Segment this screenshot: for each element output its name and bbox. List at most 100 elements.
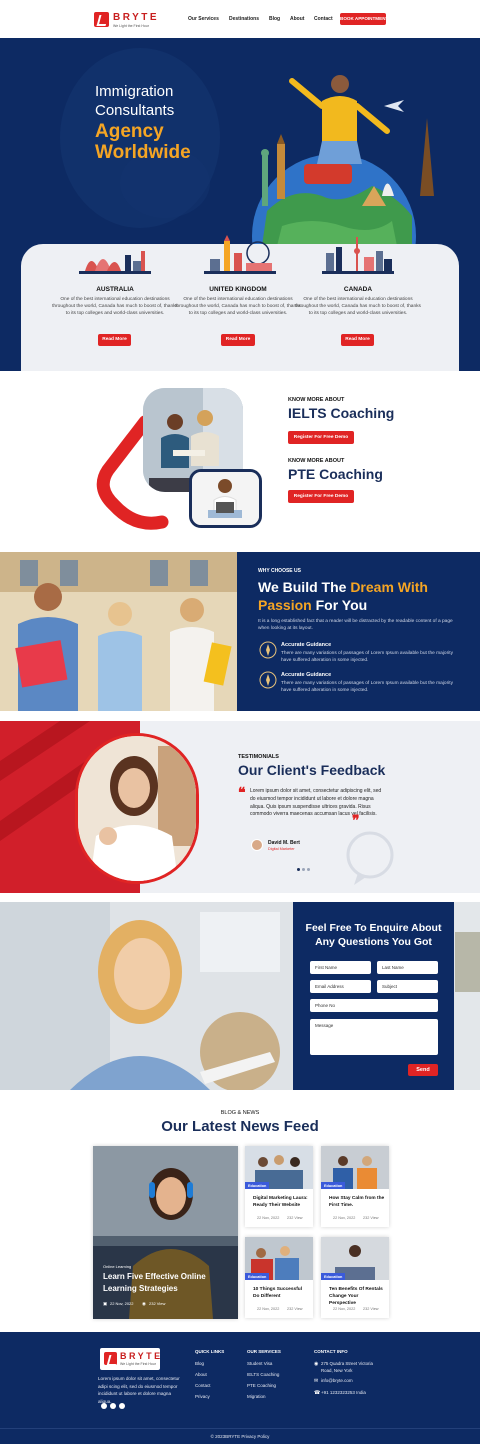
coaching-kicker: KNOW MORE ABOUT: [288, 397, 345, 403]
nav-destinations[interactable]: Destinations: [229, 16, 259, 22]
blog-post-card[interactable]: Education How Stay Calm from the First T…: [321, 1146, 389, 1227]
post-title[interactable]: Digital Marketing Laura: Ready Their Web…: [253, 1195, 309, 1209]
author-role: Digital Marketer: [268, 847, 295, 851]
location-icon: ◉: [314, 1361, 319, 1367]
why-title-highlight: Dream With: [350, 579, 428, 595]
pte-student-photo: [189, 469, 262, 528]
nav-our-services[interactable]: Our Services: [188, 16, 219, 22]
calendar-icon: ▣: [103, 1301, 108, 1306]
footer-service-migration[interactable]: Migration: [247, 1394, 266, 1399]
nav-blog[interactable]: Blog: [269, 16, 280, 22]
brand-logo-icon: [104, 1352, 117, 1365]
footer-link-contact[interactable]: Contact: [195, 1383, 211, 1388]
why-content-panel: WHY CHOOSE US We Build The Dream With Pa…: [237, 552, 480, 711]
read-more-button[interactable]: Read More: [341, 334, 374, 346]
footer-phone[interactable]: +91 1232323253 India: [321, 1390, 366, 1395]
footer-divider: [0, 1428, 480, 1429]
destination-desc: One of the best international education …: [295, 297, 421, 317]
subject-input[interactable]: Subject: [377, 980, 438, 993]
hero-line-2: Consultants: [95, 102, 175, 119]
blog-post-card[interactable]: Education Ten Benefits Of Rentals Change…: [321, 1237, 389, 1318]
post-title[interactable]: Ten Benefits Of Rentals Change Your Pers…: [329, 1286, 385, 1307]
blog-post-card[interactable]: Education 10 Things Successful Do Differ…: [245, 1237, 313, 1318]
blog-title: Our Latest News Feed: [161, 1118, 319, 1135]
why-title-highlight: Passion: [258, 597, 312, 613]
email-input[interactable]: Email Address: [310, 980, 371, 993]
footer-service-ielts[interactable]: IELTS Coaching: [247, 1372, 279, 1377]
footer-service-pte[interactable]: PTE Coaching: [247, 1383, 276, 1388]
destination-name: CANADA: [343, 286, 373, 293]
message-textarea[interactable]: Message: [310, 1019, 438, 1055]
why-intro: It is a long established fact that a rea…: [258, 619, 453, 632]
brand-tagline: We Light the First Hour: [113, 24, 149, 28]
facebook-icon[interactable]: [101, 1403, 107, 1409]
contact-info-heading: CONTACT INFO: [314, 1349, 348, 1354]
footer-brand-name: BRYTE: [120, 1351, 163, 1361]
footer-link-privacy[interactable]: Privacy: [195, 1394, 210, 1399]
testimonials-section: TESTIMONIALS Our Client's Feedback ❝ Lor…: [0, 721, 480, 893]
post-meta-date: 22 Nov, 2022: [333, 1307, 356, 1311]
eye-icon: ◉: [142, 1301, 146, 1306]
why-title-part: We Build The: [258, 579, 351, 595]
hero-line-4: Worldwide: [95, 142, 191, 163]
carousel-dot[interactable]: [302, 868, 305, 871]
enquiry-title-line-2: Any Questions You Got: [315, 936, 432, 948]
australia-skyline-icon: [79, 251, 151, 274]
featured-title-line-2[interactable]: Learning Strategies: [103, 1284, 178, 1293]
blog-post-card[interactable]: Education Digital Marketing Laura: Ready…: [245, 1146, 313, 1227]
read-more-button[interactable]: Read More: [221, 334, 255, 346]
footer-link-blog[interactable]: Blog: [195, 1361, 204, 1366]
client-photo: [75, 733, 199, 884]
brand-name: BRYTE: [113, 12, 160, 23]
carousel-dot-active[interactable]: [297, 868, 300, 871]
featured-title-line-1[interactable]: Learn Five Effective Online: [103, 1272, 206, 1281]
post-meta-date: 22 Nov, 2022: [257, 1307, 280, 1311]
phone-input[interactable]: Phone No: [310, 999, 438, 1012]
instagram-icon[interactable]: [119, 1403, 125, 1409]
brand-logo-icon: [94, 12, 109, 27]
blog-kicker: BLOG & NEWS: [220, 1110, 260, 1116]
site-header: BRYTE We Light the First Hour Our Servic…: [0, 0, 480, 38]
footer-service-student-visa[interactable]: Student Visa: [247, 1361, 272, 1366]
destination-name: UNITED KINGDOM: [209, 286, 267, 293]
post-meta-views: 232 View: [363, 1216, 379, 1220]
post-meta-views: 232 View: [363, 1307, 379, 1311]
why-kicker: WHY CHOOSE US: [258, 568, 301, 574]
featured-post-card[interactable]: Online Learning Learn Five Effective Onl…: [93, 1146, 238, 1319]
uk-skyline-icon: [204, 235, 276, 274]
carousel-dot[interactable]: [307, 868, 310, 871]
twitter-icon[interactable]: [110, 1403, 116, 1409]
send-button[interactable]: Send: [408, 1064, 438, 1076]
first-name-input[interactable]: First Name: [310, 961, 371, 974]
footer-brand-tagline: We Light the First Hour: [120, 1362, 156, 1366]
why-choose-us-section: WHY CHOOSE US We Build The Dream With Pa…: [0, 552, 480, 711]
phone-icon: ☎: [314, 1390, 321, 1396]
hero-line-3: Agency: [95, 121, 164, 142]
book-appointment-button[interactable]: BOOK APPOINTMENT: [340, 13, 388, 25]
post-meta-views: 232 View: [287, 1216, 303, 1220]
footer-email[interactable]: info@bryte.com: [321, 1378, 353, 1383]
pte-register-button[interactable]: Register For Free Demo: [288, 490, 354, 503]
post-category-badge: Education: [245, 1273, 270, 1280]
quote-open-icon: ❝: [238, 785, 246, 801]
testimonial-quote: Lorem ipsum dolor sit amet, consectetur …: [250, 788, 382, 818]
footer-logo-box[interactable]: BRYTE We Light the First Hour: [100, 1348, 160, 1370]
nav-about[interactable]: About: [290, 16, 304, 22]
read-more-button[interactable]: Read More: [98, 334, 131, 346]
pte-title: PTE Coaching: [288, 466, 383, 482]
testimonials-kicker: TESTIMONIALS: [238, 754, 279, 760]
post-title[interactable]: How Stay Calm from the First Time.: [329, 1195, 385, 1209]
enquiry-form-panel: Feel Free To Enquire About Any Questions…: [293, 902, 454, 1090]
footer-link-about[interactable]: About: [195, 1372, 207, 1377]
footer-address: 275 Quadra Street Victoria Road, New Yor…: [321, 1361, 373, 1373]
brand-logo[interactable]: BRYTE We Light the First Hour: [94, 10, 164, 30]
services-heading: OUR SERVICES: [247, 1349, 281, 1354]
ielts-register-button[interactable]: Register For Free Demo: [288, 431, 354, 444]
post-category-badge: Education: [321, 1273, 346, 1280]
feature-title: Accurate Guidance: [281, 672, 332, 678]
canada-skyline-icon: [322, 237, 394, 274]
nav-contact[interactable]: Contact: [314, 16, 333, 22]
post-title[interactable]: 10 Things Successful Do Different: [253, 1286, 309, 1300]
last-name-input[interactable]: Last Name: [377, 961, 438, 974]
featured-date: 22 Nov, 2022: [110, 1301, 134, 1306]
